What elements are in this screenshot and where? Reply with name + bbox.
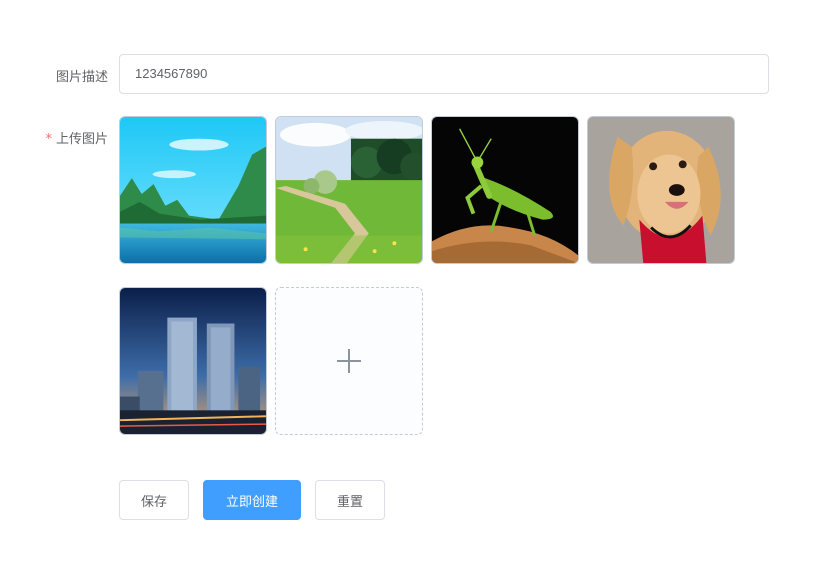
description-label-text: 图片描述: [55, 70, 108, 85]
landscape-river-icon: [120, 117, 266, 263]
save-button[interactable]: 保存: [119, 480, 189, 520]
reset-button[interactable]: 重置: [315, 480, 385, 520]
required-mark: *: [45, 132, 52, 147]
create-now-button-label: 立即创建: [225, 494, 278, 510]
plus-icon: [337, 349, 361, 373]
uploaded-image-city[interactable]: [119, 287, 267, 435]
description-input-value: 1234567890: [135, 66, 208, 81]
create-now-button[interactable]: 立即创建: [203, 480, 301, 520]
upload-label-text: 上传图片: [55, 132, 108, 147]
mantis-icon: [432, 117, 578, 263]
uploaded-image-landscape[interactable]: [119, 116, 267, 264]
description-label: 图片描述: [0, 66, 108, 85]
upload-label: * 上传图片: [0, 128, 108, 147]
uploaded-image-dog[interactable]: [587, 116, 735, 264]
dog-icon: [588, 117, 734, 263]
upload-add-button[interactable]: [275, 287, 423, 435]
description-input[interactable]: 1234567890: [119, 54, 769, 94]
city-buildings-icon: [120, 288, 266, 434]
meadow-path-icon: [276, 117, 422, 263]
uploaded-image-mantis[interactable]: [431, 116, 579, 264]
reset-button-label: 重置: [336, 494, 363, 510]
save-button-label: 保存: [140, 494, 167, 510]
upload-form: 图片描述 1234567890 * 上传图片 保存 立即创建 重置: [0, 0, 828, 584]
uploaded-image-meadow[interactable]: [275, 116, 423, 264]
